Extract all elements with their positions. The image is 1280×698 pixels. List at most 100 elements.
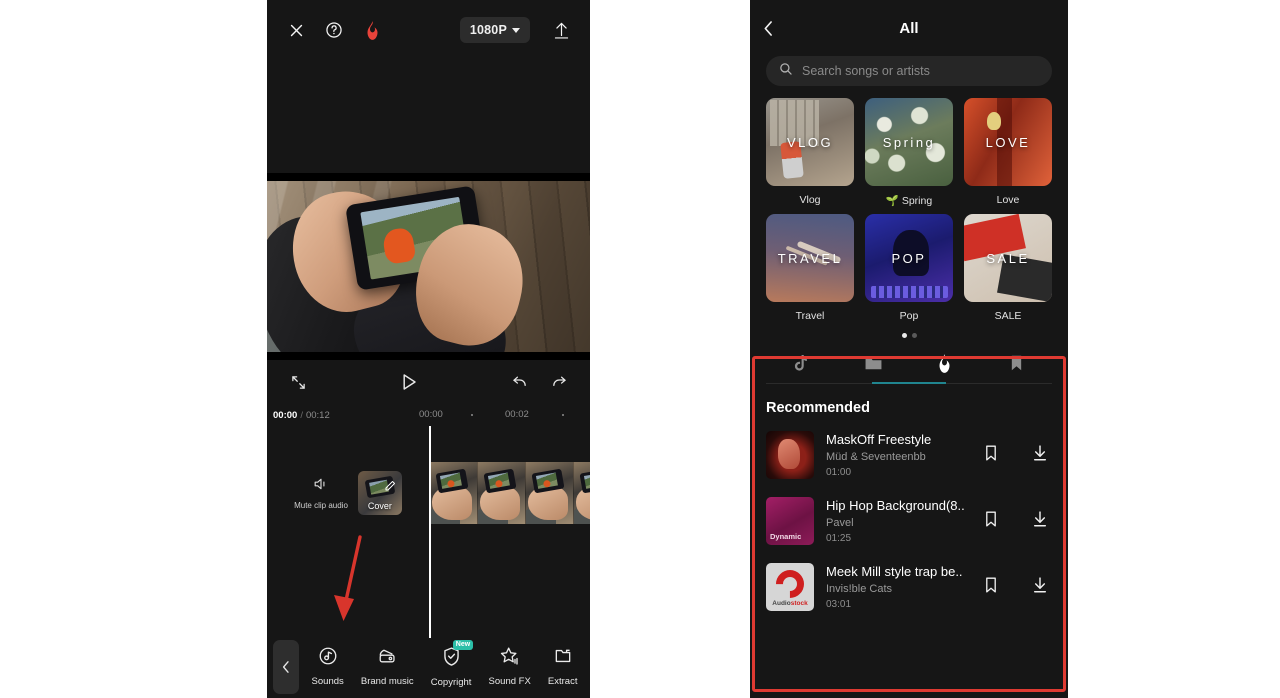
toolbar-label: Extract bbox=[547, 676, 578, 687]
toolbar-item-sound-fx[interactable]: Sound FX bbox=[489, 646, 531, 687]
video-clip-filmstrip[interactable] bbox=[430, 462, 590, 524]
fullscreen-icon[interactable] bbox=[285, 369, 311, 395]
extract-folder-icon bbox=[553, 646, 573, 671]
video-preview[interactable] bbox=[267, 173, 590, 360]
toolbar-item-brand-music[interactable]: Brand music bbox=[361, 646, 414, 687]
song-duration: 01:25 bbox=[826, 533, 852, 544]
toolbar-items: Sounds Brand music New Copyright Sound F… bbox=[299, 639, 590, 688]
toolbar-item-copyright[interactable]: New Copyright bbox=[431, 639, 474, 688]
tab-recommended[interactable] bbox=[872, 348, 981, 384]
song-artwork: Dynamic bbox=[766, 497, 814, 545]
pagination-dot-active[interactable] bbox=[901, 333, 907, 338]
song-artwork-label: Audiostock bbox=[772, 600, 808, 607]
audiostock-logo-icon bbox=[770, 564, 810, 604]
chevron-down-icon bbox=[512, 27, 520, 33]
section-title: Recommended bbox=[766, 400, 870, 416]
video-preview-area bbox=[267, 60, 590, 360]
category-image: Spring bbox=[865, 98, 953, 186]
category-card-spring[interactable]: Spring 🌱 Spring bbox=[865, 98, 953, 207]
editor-top-bar: 1080P bbox=[267, 0, 590, 60]
song-info: Meek Mill style trap be.. Invis!ble Cats… bbox=[826, 564, 972, 610]
song-list-item[interactable]: Dynamic Hip Hop Background(8.. Pavel 01:… bbox=[750, 488, 1068, 554]
ruler-tick-0: 00:00 bbox=[419, 409, 443, 420]
music-note-icon bbox=[318, 646, 338, 671]
song-artist: Invis!ble Cats bbox=[826, 583, 893, 595]
song-info: Hip Hop Background(8.. Pavel 01:25 bbox=[826, 498, 972, 544]
category-card-vlog[interactable]: VLOG Vlog bbox=[766, 98, 854, 207]
timeline-track-area[interactable]: Mute clip audio Cover + bbox=[267, 426, 590, 638]
page-title: All bbox=[899, 19, 919, 37]
search-input[interactable]: Search songs or artists bbox=[766, 56, 1052, 86]
category-image: LOVE bbox=[964, 98, 1052, 186]
song-actions bbox=[984, 444, 1052, 467]
undo-icon[interactable] bbox=[506, 369, 532, 395]
search-icon bbox=[779, 62, 793, 81]
new-badge: New bbox=[452, 639, 474, 650]
category-card-pop[interactable]: POP Pop bbox=[865, 214, 953, 322]
song-info: MaskOff Freestyle Müd & Seventeenbb 01:0… bbox=[826, 432, 972, 478]
category-label: Travel bbox=[795, 310, 825, 322]
bookmark-icon[interactable] bbox=[984, 510, 998, 533]
ruler-tick-dot bbox=[471, 414, 473, 416]
carousel-pagination bbox=[750, 333, 1068, 338]
close-icon[interactable] bbox=[281, 15, 311, 45]
resolution-label: 1080P bbox=[469, 23, 507, 37]
song-title: Hip Hop Background(8.. bbox=[826, 498, 965, 513]
filmstrip-frame bbox=[526, 462, 574, 524]
category-card-title: POP bbox=[891, 250, 927, 266]
song-list-item[interactable]: Audiostock Meek Mill style trap be.. Inv… bbox=[750, 554, 1068, 620]
toolbar-label: Brand music bbox=[360, 676, 414, 687]
category-label: Vlog bbox=[799, 194, 821, 206]
screenshot-stage: 1080P 00:00 / 00:12 00:00 00:02 Mute cli… bbox=[0, 0, 1280, 698]
download-icon[interactable] bbox=[1032, 576, 1048, 599]
bookmark-icon[interactable] bbox=[984, 576, 998, 599]
bookmark-icon[interactable] bbox=[984, 444, 998, 467]
category-grid: VLOG Vlog Spring 🌱 Spring LOVE Love TRAV… bbox=[750, 86, 1068, 322]
filmstrip-frame bbox=[430, 462, 478, 524]
category-card-sale[interactable]: SALE SALE bbox=[964, 214, 1052, 322]
song-artist: Müd & Seventeenbb bbox=[826, 451, 926, 463]
resolution-selector[interactable]: 1080P bbox=[459, 17, 530, 43]
song-artwork-label: Dynamic bbox=[770, 532, 802, 541]
category-image: VLOG bbox=[766, 98, 854, 186]
back-button[interactable] bbox=[762, 19, 775, 38]
annotation-arrow bbox=[334, 535, 362, 621]
download-icon[interactable] bbox=[1032, 444, 1048, 467]
toolbar-item-extract[interactable]: Extract bbox=[547, 646, 578, 687]
tab-folder[interactable] bbox=[838, 348, 910, 384]
ruler-tick-1: 00:02 bbox=[505, 409, 529, 420]
category-label: Pop bbox=[899, 310, 919, 322]
editor-bottom-toolbar: Sounds Brand music New Copyright Sound F… bbox=[267, 635, 590, 698]
song-artist: Pavel bbox=[826, 517, 854, 529]
category-label: 🌱 Spring bbox=[885, 195, 933, 207]
category-label: Love bbox=[996, 194, 1020, 206]
ruler-tick-dot bbox=[562, 414, 564, 416]
redo-icon[interactable] bbox=[546, 369, 572, 395]
song-actions bbox=[984, 576, 1052, 599]
pagination-dot[interactable] bbox=[911, 333, 917, 338]
preview-screen-subject bbox=[381, 226, 417, 265]
song-list-item[interactable]: MaskOff Freestyle Müd & Seventeenbb 01:0… bbox=[750, 422, 1068, 488]
download-icon[interactable] bbox=[1032, 510, 1048, 533]
bookmark-icon bbox=[1009, 354, 1024, 377]
tab-tiktok[interactable] bbox=[766, 348, 838, 384]
toolbar-item-sounds[interactable]: Sounds bbox=[312, 646, 344, 687]
playhead[interactable] bbox=[429, 426, 431, 638]
toolbar-back-button[interactable] bbox=[273, 639, 299, 694]
song-actions bbox=[984, 510, 1052, 533]
pencil-icon bbox=[384, 479, 396, 497]
category-card-love[interactable]: LOVE Love bbox=[964, 98, 1052, 207]
clip-controls: Mute clip audio Cover bbox=[267, 462, 429, 524]
upload-icon[interactable] bbox=[546, 15, 576, 45]
flame-icon[interactable] bbox=[357, 15, 387, 45]
mute-clip-audio-button[interactable]: Mute clip audio bbox=[294, 477, 348, 510]
category-image: TRAVEL bbox=[766, 214, 854, 302]
category-image: SALE bbox=[964, 214, 1052, 302]
category-card-travel[interactable]: TRAVEL Travel bbox=[766, 214, 854, 322]
filmstrip-frame bbox=[478, 462, 526, 524]
cover-button[interactable]: Cover bbox=[357, 471, 402, 515]
video-editor-panel: 1080P 00:00 / 00:12 00:00 00:02 Mute cli… bbox=[267, 0, 590, 698]
play-icon[interactable] bbox=[396, 369, 422, 395]
tab-favorites[interactable] bbox=[981, 348, 1053, 384]
help-icon[interactable] bbox=[319, 15, 349, 45]
